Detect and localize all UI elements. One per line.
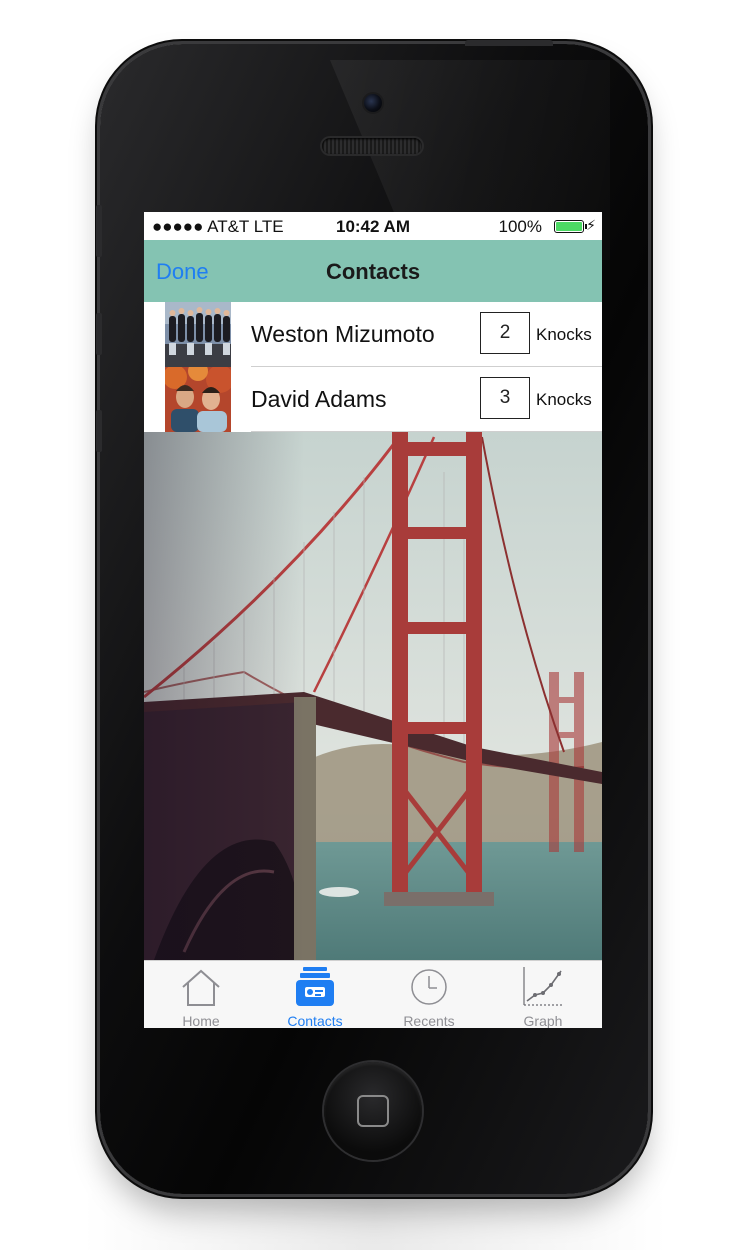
status-bar: ●●●●● AT&T LTE 10:42 AM 100% ⚡︎ xyxy=(144,212,602,240)
contact-row[interactable]: David Adams 3 Knocks xyxy=(144,367,602,432)
contact-name: David Adams xyxy=(251,386,387,412)
front-camera xyxy=(364,94,382,112)
sleep-button xyxy=(465,40,553,46)
battery-icon xyxy=(554,220,587,233)
tab-label: Recents xyxy=(403,1013,455,1028)
tab-recents[interactable]: Recents xyxy=(372,961,486,1028)
volume-down-button xyxy=(96,410,102,452)
home-square-icon xyxy=(357,1095,389,1127)
contacts-icon xyxy=(296,967,334,1006)
tab-label: Contacts xyxy=(287,1013,343,1028)
navigation-bar: Done Contacts xyxy=(144,240,602,302)
contact-photo xyxy=(165,367,231,432)
battery-percentage: 100% xyxy=(498,217,542,236)
knock-count-field[interactable]: 2 xyxy=(480,312,530,354)
charging-bolt-icon: ⚡︎ xyxy=(586,217,596,233)
golden-gate-background-image xyxy=(144,432,602,960)
tab-home[interactable]: Home xyxy=(144,961,258,1028)
page-title: Contacts xyxy=(325,259,421,284)
tab-label: Graph xyxy=(523,1013,563,1028)
contact-photo xyxy=(165,302,231,367)
tab-bar: Home Contacts Recents Graph xyxy=(144,960,602,1028)
knocks-label: Knocks xyxy=(536,390,592,409)
home-button[interactable] xyxy=(324,1062,422,1160)
contacts-list: Weston Mizumoto 2 Knocks David Adams 3 K… xyxy=(144,302,602,432)
knock-count-field[interactable]: 3 xyxy=(480,377,530,419)
volume-up-button xyxy=(96,313,102,355)
graph-icon xyxy=(523,967,563,1006)
clock-icon xyxy=(411,969,447,1005)
tab-graph[interactable]: Graph xyxy=(486,961,600,1028)
earpiece-speaker xyxy=(322,138,422,154)
tab-label: Home xyxy=(182,1013,220,1028)
contact-row[interactable]: Weston Mizumoto 2 Knocks xyxy=(144,302,602,367)
house-icon xyxy=(182,969,220,1006)
phone-screen: ●●●●● AT&T LTE 10:42 AM 100% ⚡︎ Done Con… xyxy=(144,212,602,1028)
contact-name: Weston Mizumoto xyxy=(251,321,435,347)
mute-switch xyxy=(96,205,102,257)
tab-contacts[interactable]: Contacts xyxy=(258,961,372,1028)
knocks-label: Knocks xyxy=(536,325,592,344)
